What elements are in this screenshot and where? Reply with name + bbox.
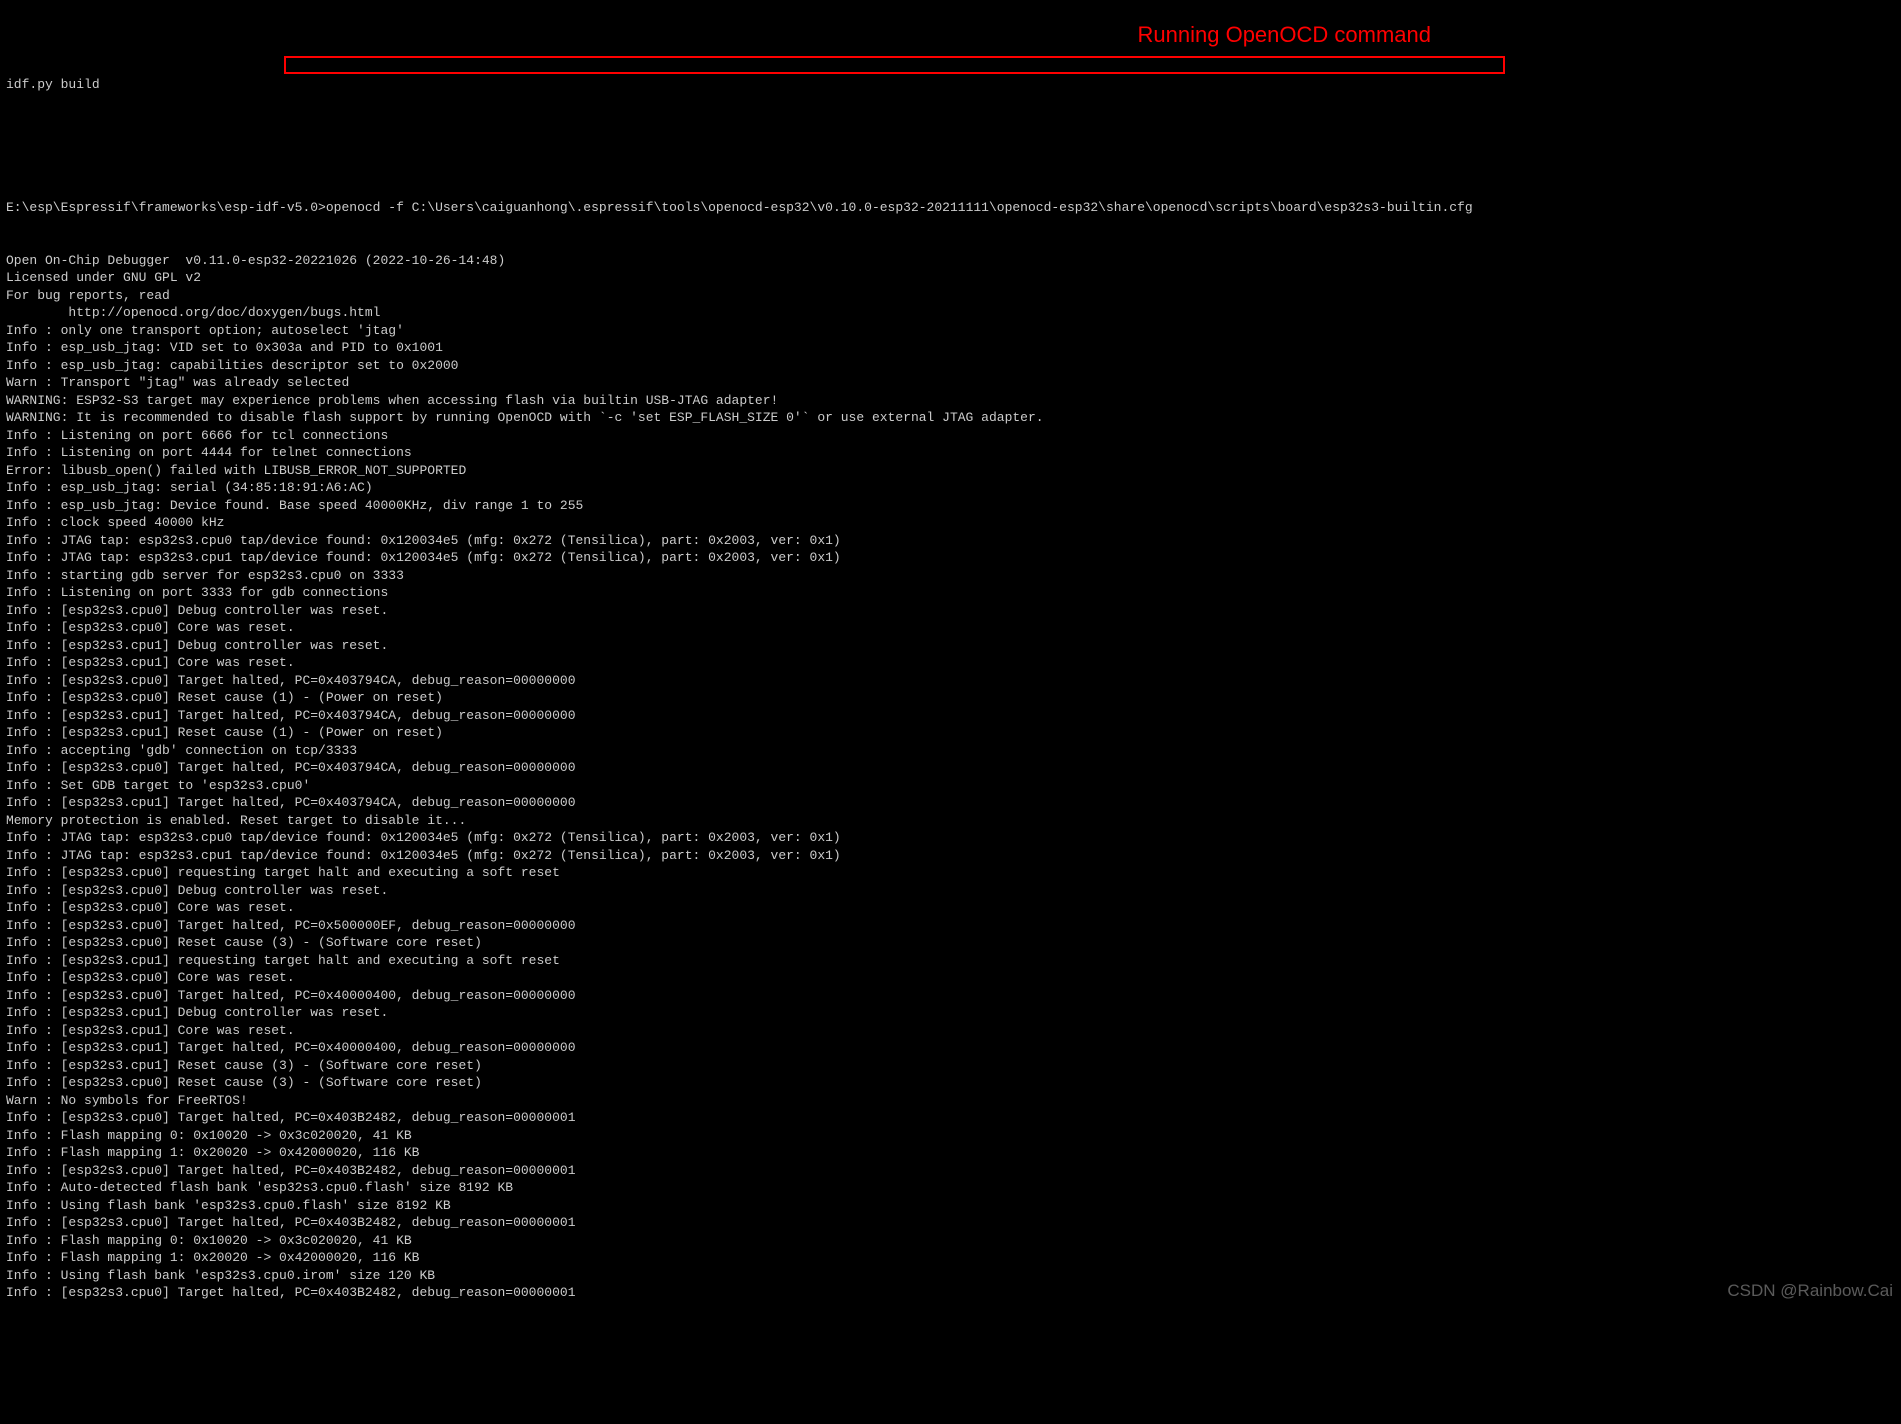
log-line: Info : Flash mapping 0: 0x10020 -> 0x3c0… <box>6 1127 1895 1145</box>
log-line: Info : [esp32s3.cpu0] Core was reset. <box>6 899 1895 917</box>
log-line: Info : [esp32s3.cpu1] Target halted, PC=… <box>6 1039 1895 1057</box>
log-line: Info : JTAG tap: esp32s3.cpu0 tap/device… <box>6 532 1895 550</box>
log-line: http://openocd.org/doc/doxygen/bugs.html <box>6 304 1895 322</box>
log-line: Info : Listening on port 3333 for gdb co… <box>6 584 1895 602</box>
log-line: Info : starting gdb server for esp32s3.c… <box>6 567 1895 585</box>
log-line: Info : Listening on port 4444 for telnet… <box>6 444 1895 462</box>
log-line: Info : [esp32s3.cpu0] Target halted, PC=… <box>6 759 1895 777</box>
log-line: Info : [esp32s3.cpu0] Reset cause (3) - … <box>6 1074 1895 1092</box>
log-line: Info : accepting 'gdb' connection on tcp… <box>6 742 1895 760</box>
log-line: Info : [esp32s3.cpu0] Target halted, PC=… <box>6 1162 1895 1180</box>
log-line: Info : [esp32s3.cpu0] Core was reset. <box>6 619 1895 637</box>
log-line: Info : Flash mapping 0: 0x10020 -> 0x3c0… <box>6 1232 1895 1250</box>
log-line: Info : [esp32s3.cpu0] Target halted, PC=… <box>6 1109 1895 1127</box>
log-line: Info : esp_usb_jtag: VID set to 0x303a a… <box>6 339 1895 357</box>
log-line: Info : Using flash bank 'esp32s3.cpu0.ir… <box>6 1267 1895 1285</box>
log-line: Info : esp_usb_jtag: capabilities descri… <box>6 357 1895 375</box>
log-line: Error: libusb_open() failed with LIBUSB_… <box>6 462 1895 480</box>
log-line: Warn : No symbols for FreeRTOS! <box>6 1092 1895 1110</box>
log-line: Info : [esp32s3.cpu1] Core was reset. <box>6 1022 1895 1040</box>
log-line: Info : Auto-detected flash bank 'esp32s3… <box>6 1179 1895 1197</box>
log-line: Info : [esp32s3.cpu1] Target halted, PC=… <box>6 794 1895 812</box>
log-line: Info : [esp32s3.cpu0] Core was reset. <box>6 969 1895 987</box>
log-line: Info : esp_usb_jtag: Device found. Base … <box>6 497 1895 515</box>
log-line: Info : [esp32s3.cpu0] Reset cause (1) - … <box>6 689 1895 707</box>
log-line: Info : esp_usb_jtag: serial (34:85:18:91… <box>6 479 1895 497</box>
log-line: Info : [esp32s3.cpu0] Target halted, PC=… <box>6 917 1895 935</box>
log-line: Info : [esp32s3.cpu1] Reset cause (1) - … <box>6 724 1895 742</box>
log-line: Info : JTAG tap: esp32s3.cpu1 tap/device… <box>6 847 1895 865</box>
log-line: Info : [esp32s3.cpu1] Debug controller w… <box>6 637 1895 655</box>
log-line: Info : Flash mapping 1: 0x20020 -> 0x420… <box>6 1144 1895 1162</box>
log-line: Warn : Transport "jtag" was already sele… <box>6 374 1895 392</box>
log-line: For bug reports, read <box>6 287 1895 305</box>
log-line: Info : [esp32s3.cpu0] Target halted, PC=… <box>6 672 1895 690</box>
log-line: Info : clock speed 40000 kHz <box>6 514 1895 532</box>
log-line: Info : Set GDB target to 'esp32s3.cpu0' <box>6 777 1895 795</box>
log-line: Info : Listening on port 6666 for tcl co… <box>6 427 1895 445</box>
terminal-log-output: Open On-Chip Debugger v0.11.0-esp32-2022… <box>6 252 1895 1302</box>
log-line: WARNING: ESP32-S3 target may experience … <box>6 392 1895 410</box>
log-line: Info : Using flash bank 'esp32s3.cpu0.fl… <box>6 1197 1895 1215</box>
annotation-label: Running OpenOCD command <box>1138 26 1431 44</box>
watermark: CSDN @Rainbow.Cai <box>1727 1282 1893 1300</box>
log-line: Memory protection is enabled. Reset targ… <box>6 812 1895 830</box>
log-line: Info : [esp32s3.cpu0] Target halted, PC=… <box>6 1284 1895 1302</box>
log-line: Info : JTAG tap: esp32s3.cpu1 tap/device… <box>6 549 1895 567</box>
log-line: Info : [esp32s3.cpu0] Debug controller w… <box>6 602 1895 620</box>
log-line: Info : [esp32s3.cpu0] Target halted, PC=… <box>6 1214 1895 1232</box>
prompt-path: E:\esp\Espressif\frameworks\esp-idf-v5.0… <box>6 200 326 215</box>
log-line: Info : [esp32s3.cpu0] Debug controller w… <box>6 882 1895 900</box>
log-line: Info : [esp32s3.cpu0] Target halted, PC=… <box>6 987 1895 1005</box>
log-line: WARNING: It is recommended to disable fl… <box>6 409 1895 427</box>
log-line: Info : Flash mapping 1: 0x20020 -> 0x420… <box>6 1249 1895 1267</box>
log-line: Info : [esp32s3.cpu1] Reset cause (3) - … <box>6 1057 1895 1075</box>
log-line: Info : [esp32s3.cpu0] Reset cause (3) - … <box>6 934 1895 952</box>
log-line: Info : [esp32s3.cpu1] Debug controller w… <box>6 1004 1895 1022</box>
annotation-highlight-box <box>284 56 1505 74</box>
log-line: Info : [esp32s3.cpu1] Core was reset. <box>6 654 1895 672</box>
prompt-line: E:\esp\Espressif\frameworks\esp-idf-v5.0… <box>6 199 1895 217</box>
log-line: Info : [esp32s3.cpu1] Target halted, PC=… <box>6 707 1895 725</box>
log-line: Info : only one transport option; autose… <box>6 322 1895 340</box>
log-line: Info : JTAG tap: esp32s3.cpu0 tap/device… <box>6 829 1895 847</box>
log-line: Open On-Chip Debugger v0.11.0-esp32-2022… <box>6 252 1895 270</box>
log-line: Info : [esp32s3.cpu0] requesting target … <box>6 864 1895 882</box>
openocd-command: openocd -f C:\Users\caiguanhong\.espress… <box>326 200 1473 215</box>
log-line: Licensed under GNU GPL v2 <box>6 269 1895 287</box>
terminal-title: idf.py build <box>6 76 1895 94</box>
log-line: Info : [esp32s3.cpu1] requesting target … <box>6 952 1895 970</box>
